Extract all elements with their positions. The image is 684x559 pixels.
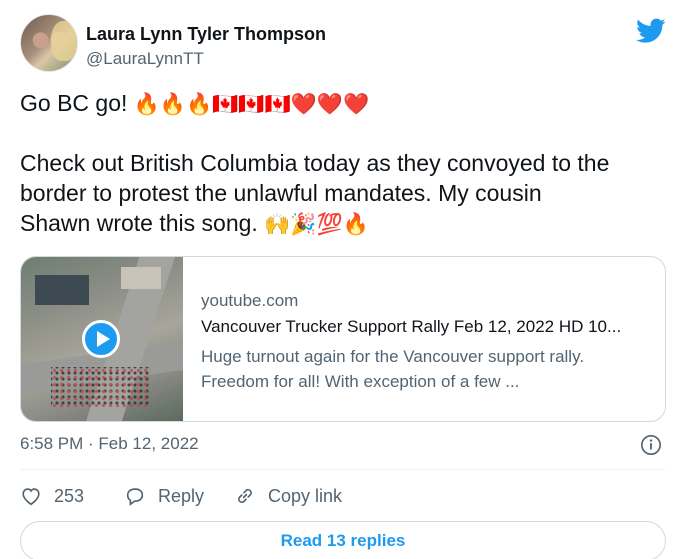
thumbnail-building-2 [121,267,161,289]
reply-button[interactable]: Reply [124,482,204,510]
tweet-line-1-text: Go BC go! [20,90,134,116]
tweet-text: Go BC go! 🔥🔥🔥🇨🇦🇨🇦🇨🇦❤️❤️❤️ Check out Brit… [20,88,670,239]
tweet-line-4: Shawn wrote this song. 🙌🎉💯🔥 [20,208,670,239]
tweet-timestamp[interactable]: 6:58 PM · Feb 12, 2022 [20,434,199,454]
author-handle[interactable]: @LauraLynnTT [86,49,204,69]
video-thumbnail[interactable] [21,257,183,421]
author-name[interactable]: Laura Lynn Tyler Thompson [86,24,326,45]
card-domain: youtube.com [201,291,299,310]
link-preview-card[interactable]: youtube.com Vancouver Trucker Support Ra… [20,256,666,422]
thumbnail-building [35,275,89,305]
tweet-line-4-emoji: 🙌🎉💯🔥 [264,212,369,236]
reply-bubble-icon [126,488,144,506]
card-description: Huge turnout again for the Vancouver sup… [201,347,585,391]
like-count: 253 [54,485,85,506]
info-icon[interactable] [640,434,662,456]
twitter-bird-icon[interactable] [636,18,666,44]
copy-link-button[interactable]: Copy link [234,482,342,510]
tweet-line-3: border to protest the unlawful mandates.… [20,180,542,206]
tweet-header: Laura Lynn Tyler Thompson @LauraLynnTT [20,14,666,74]
card-title: Vancouver Trucker Support Rally Feb 12, … [201,317,622,336]
thumbnail-crowd [51,367,151,407]
link-icon [238,488,252,504]
tweet-paragraph-gap [20,119,670,148]
copy-link-label: Copy link [268,485,343,506]
like-button[interactable]: 253 [20,482,84,510]
heart-icon [22,488,40,506]
reply-label: Reply [158,485,205,506]
tweet-line-4-text: Shawn wrote this song. [20,210,265,236]
divider [20,469,666,470]
avatar[interactable] [20,14,78,72]
play-icon[interactable] [82,320,120,358]
tweet-line-1-emoji: 🔥🔥🔥🇨🇦🇨🇦🇨🇦❤️❤️❤️ [133,92,370,116]
read-replies-button[interactable]: Read 13 replies [20,521,666,559]
tweet-line-1: Go BC go! 🔥🔥🔥🇨🇦🇨🇦🇨🇦❤️❤️❤️ [20,88,670,119]
tweet-line-2: Check out British Columbia today as they… [20,150,610,176]
